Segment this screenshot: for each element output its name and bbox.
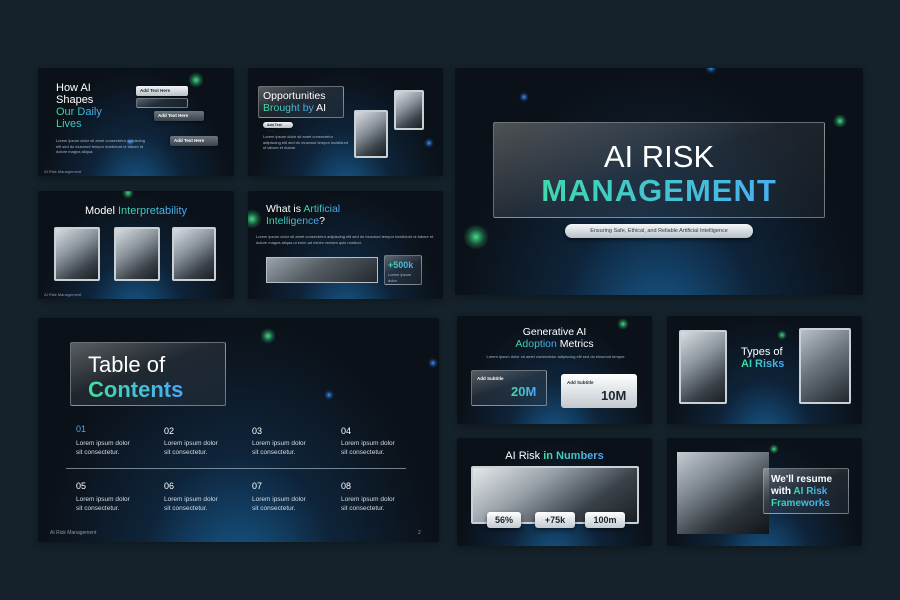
page-number: 2 <box>418 530 421 536</box>
hero-subtitle: Ensuring Safe, Ethical, and Reliable Art… <box>590 228 728 234</box>
stat-card: 56% <box>487 512 521 528</box>
slide-what-is-ai[interactable]: What is Artificial Intelligence? Lorem i… <box>248 191 443 299</box>
slide-risk-in-numbers[interactable]: AI Risk in Numbers 56% +75k 100m <box>457 438 652 546</box>
body-text: Lorem ipsum dolor sit amet consectetur a… <box>486 354 626 359</box>
face-card <box>114 227 160 281</box>
glow-dot <box>428 358 438 368</box>
slide-hero[interactable]: AI RISK MANAGEMENT Ensuring Safe, Ethica… <box>455 68 863 295</box>
metric-label: Add Subtitle <box>477 376 504 381</box>
glow-dot <box>424 138 434 148</box>
toc-number: 04 <box>341 426 352 436</box>
glow-dot <box>463 224 489 250</box>
toc-item[interactable]: Lorem ipsum dolor sit consectetur. <box>76 495 130 513</box>
ai-face-photo <box>799 328 851 404</box>
stat-card: +75k <box>535 512 575 528</box>
glow-dot <box>705 68 717 74</box>
slide-footer: AI Risk Management <box>44 169 82 174</box>
stat-card: 100m <box>585 512 625 528</box>
slide-types-of-risks[interactable]: Types of AI Risks <box>667 316 862 424</box>
slide-title: AI Risk in Numbers <box>505 450 604 462</box>
slide-how-ai-shapes[interactable]: How AI Shapes Our Daily Lives Lorem ipsu… <box>38 68 234 176</box>
slide-footer: AI Risk Management <box>50 530 97 536</box>
add-text-button[interactable]: Add Text Here <box>263 122 293 133</box>
metric-value: 20M <box>511 384 537 399</box>
toc-number: 01 <box>76 424 87 434</box>
vr-user-photo <box>677 452 769 534</box>
glow-dot <box>248 209 262 229</box>
slide-adoption-metrics[interactable]: Generative AI Adoption Metrics Lorem ips… <box>457 316 652 424</box>
text-chip[interactable]: Add Text Here <box>154 111 204 121</box>
stat-value: +500k <box>388 260 414 270</box>
glow-dot <box>777 330 787 340</box>
slide-table-of-contents[interactable]: Table of Contents 01 Lorem ipsum dolor si… <box>38 318 439 542</box>
toc-number: 05 <box>76 481 87 491</box>
slide-title: Generative AI Adoption Metrics <box>515 326 594 350</box>
text-chip[interactable]: Add Text Here <box>136 86 188 96</box>
stat-caption: Lorem ipsum dolor <box>388 272 412 283</box>
text-chip[interactable]: Add Text Here <box>170 136 218 146</box>
face-card <box>172 227 216 281</box>
body-text: Lorem ipsum dolor sit amet consectetur a… <box>263 134 348 150</box>
glow-dot <box>122 191 134 199</box>
toc-number: 03 <box>252 426 263 436</box>
body-text: Lorem ipsum dolor sit amet consectetur a… <box>56 138 145 154</box>
metric-value: 10M <box>601 388 627 403</box>
toc-item[interactable]: Lorem ipsum dolor sit consectetur. <box>252 495 306 513</box>
hands-photo <box>266 257 378 283</box>
toc-number: 07 <box>252 481 263 491</box>
toc-item[interactable]: Lorem ipsum dolor sit consectetur. <box>76 439 130 457</box>
toc-item[interactable]: Lorem ipsum dolor sit consectetur. <box>164 439 218 457</box>
toc-number: 02 <box>164 426 175 436</box>
toc-number: 08 <box>341 481 352 491</box>
slide-title: Opportunities Brought by AI <box>263 90 327 114</box>
toc-item[interactable]: Lorem ipsum dolor sit consectetur. <box>252 439 306 457</box>
glass-card <box>136 98 188 108</box>
glow-dot <box>188 72 204 88</box>
lab-photo <box>394 90 424 130</box>
toc-item[interactable]: Lorem ipsum dolor sit consectetur. <box>341 495 395 513</box>
glow-dot <box>769 444 779 454</box>
slide-title: We'll resume with AI Risk Frameworks <box>771 474 833 509</box>
glow-dot <box>324 390 334 400</box>
slide-model-interpretability[interactable]: Model Interpretability AI Risk Managemen… <box>38 191 234 299</box>
toc-item[interactable]: Lorem ipsum dolor sit consectetur. <box>341 439 395 457</box>
slide-opportunities[interactable]: Opportunities Brought by AI Add Text Her… <box>248 68 443 176</box>
metric-label: Add Subtitle <box>567 380 594 385</box>
glow-dot <box>260 328 276 344</box>
scientist-photo <box>354 110 388 158</box>
toc-number: 06 <box>164 481 175 491</box>
face-card <box>54 227 100 281</box>
slide-title: How AI Shapes Our Daily Lives <box>56 82 102 130</box>
slide-title: Types of AI Risks <box>741 346 785 370</box>
hero-title: AI RISK MANAGEMENT <box>493 140 825 208</box>
toc-divider <box>66 468 406 469</box>
toc-item[interactable]: Lorem ipsum dolor sit consectetur. <box>164 495 218 513</box>
slide-title: Model Interpretability <box>84 205 188 217</box>
slide-title: What is Artificial Intelligence? <box>266 203 341 227</box>
slide-resume-frameworks[interactable]: We'll resume with AI Risk Frameworks <box>667 438 862 546</box>
developer-photo <box>679 330 727 404</box>
toc-title: Table of Contents <box>88 352 184 402</box>
glow-dot <box>833 114 847 128</box>
body-text: Lorem ipsum dolor sit amet consectetur a… <box>256 234 434 245</box>
glow-dot <box>519 92 529 102</box>
slide-footer: AI Risk Management <box>44 292 82 297</box>
